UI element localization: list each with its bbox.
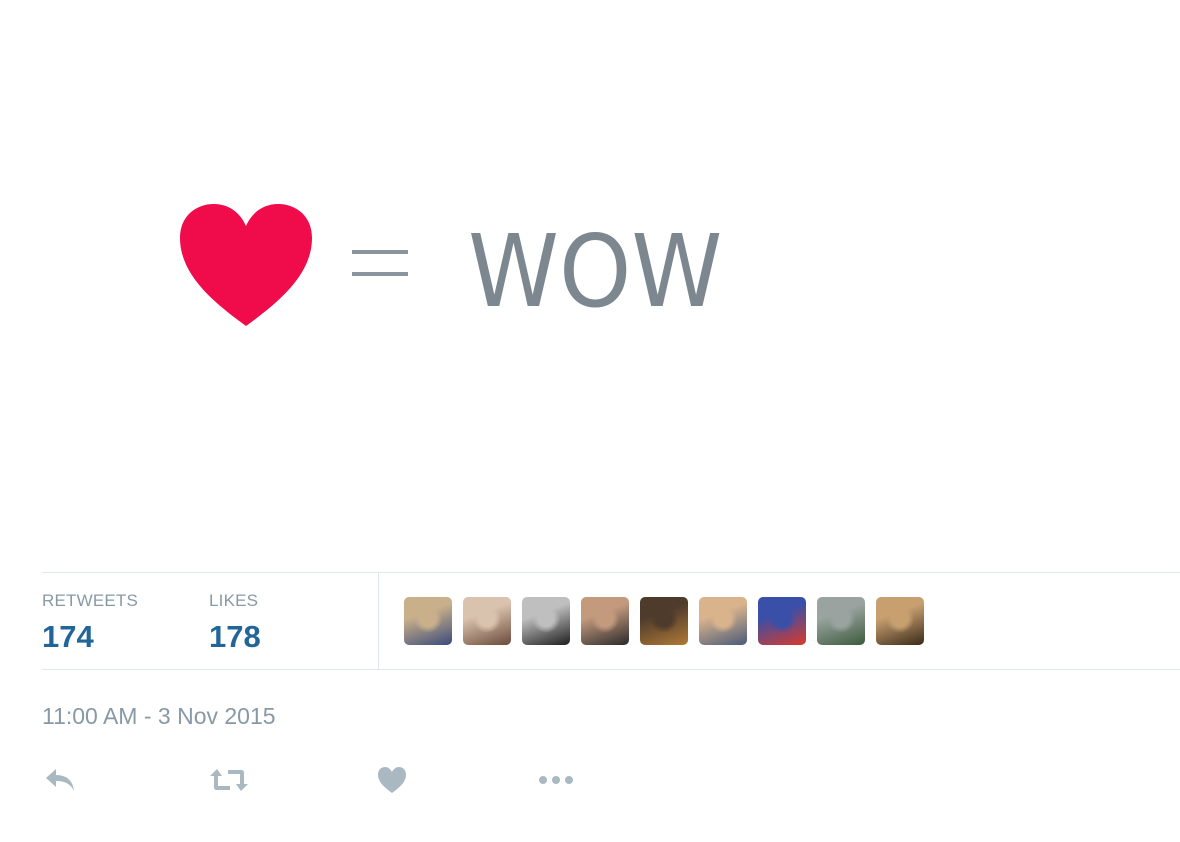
heart-icon bbox=[180, 204, 312, 326]
reply-icon bbox=[46, 769, 74, 791]
avatar-5[interactable] bbox=[640, 597, 688, 645]
tweet-actions bbox=[42, 760, 642, 800]
avatar-2[interactable] bbox=[463, 597, 511, 645]
retweet-icon bbox=[210, 769, 248, 791]
wow-text: WOW bbox=[468, 213, 723, 330]
stats-divider bbox=[378, 573, 379, 669]
heart-icon bbox=[378, 767, 406, 793]
likes-label: LIKES bbox=[209, 591, 259, 610]
reply-button[interactable] bbox=[42, 760, 78, 800]
equals-sign bbox=[352, 244, 410, 284]
tweet-stats: RETWEETS 174 LIKES 178 bbox=[42, 572, 1180, 670]
retweets-stat[interactable]: RETWEETS 174 bbox=[42, 591, 138, 656]
more-button[interactable] bbox=[536, 760, 576, 800]
avatar-7[interactable] bbox=[758, 597, 806, 645]
likes-stat[interactable]: LIKES 178 bbox=[209, 591, 261, 656]
retweet-button[interactable] bbox=[208, 760, 250, 800]
tweet-image[interactable]: WOW bbox=[0, 0, 1180, 540]
avatar-4[interactable] bbox=[581, 597, 629, 645]
likes-count: 178 bbox=[209, 619, 261, 654]
avatar-6[interactable] bbox=[699, 597, 747, 645]
like-button[interactable] bbox=[376, 760, 408, 800]
tweet-timestamp[interactable]: 11:00 AM - 3 Nov 2015 bbox=[42, 702, 276, 730]
more-icon bbox=[539, 776, 573, 784]
retweets-label: RETWEETS bbox=[42, 591, 139, 610]
avatar-1[interactable] bbox=[404, 597, 452, 645]
retweets-count: 174 bbox=[42, 619, 94, 654]
avatar-9[interactable] bbox=[876, 597, 924, 645]
avatar-8[interactable] bbox=[817, 597, 865, 645]
liker-avatars bbox=[404, 597, 935, 645]
avatar-3[interactable] bbox=[522, 597, 570, 645]
